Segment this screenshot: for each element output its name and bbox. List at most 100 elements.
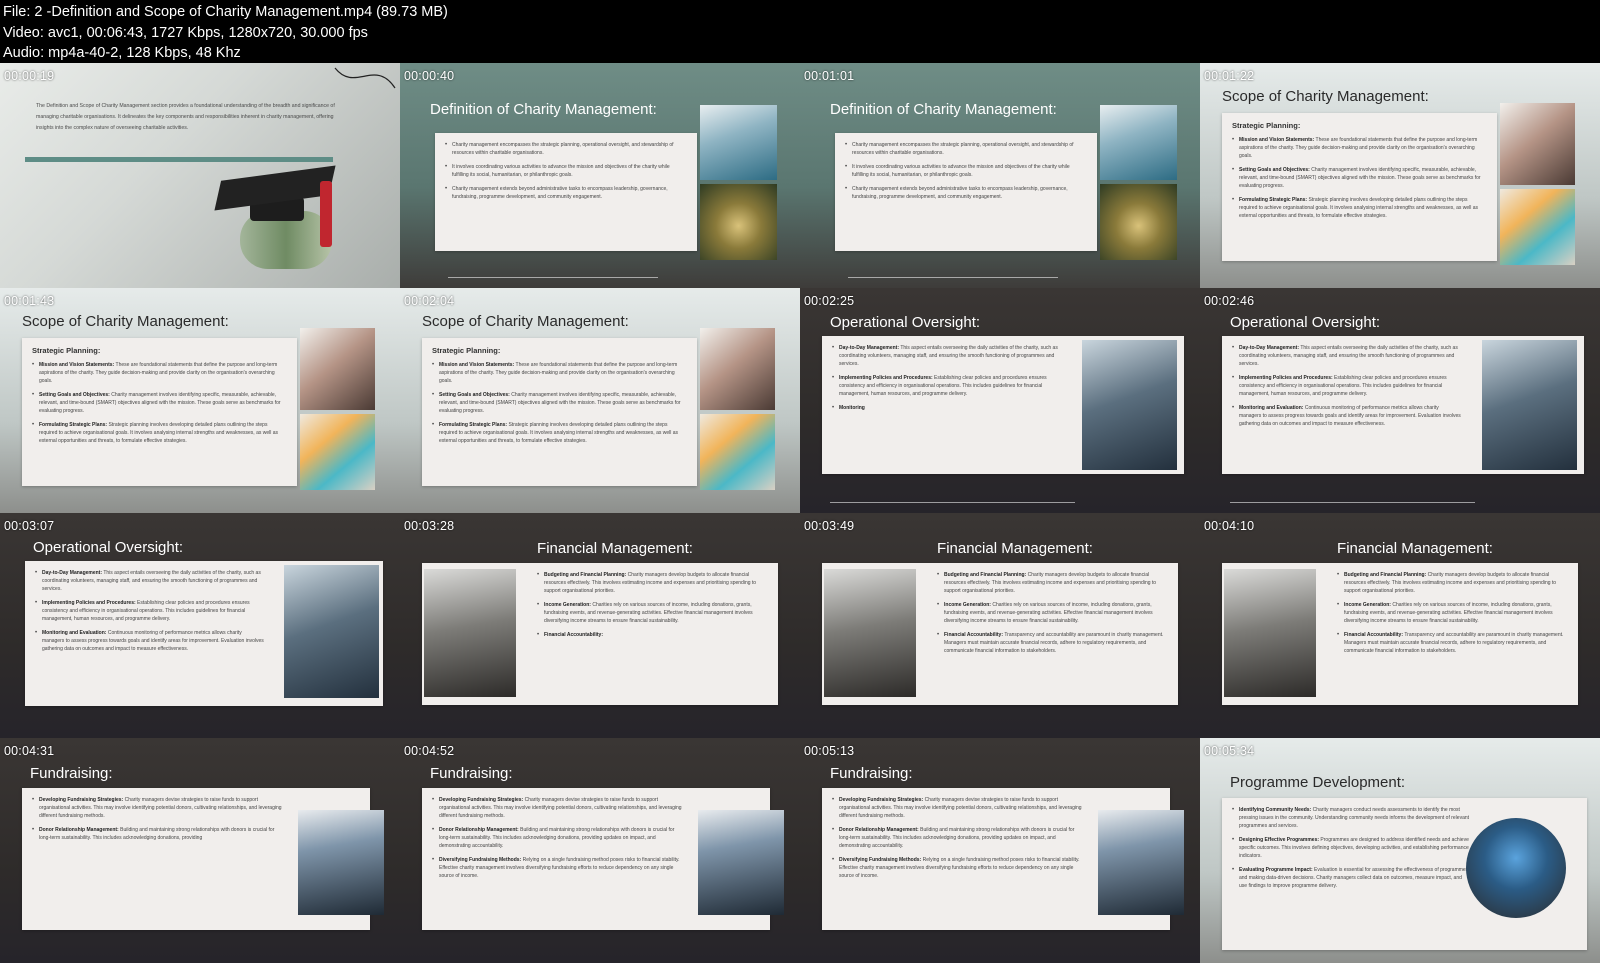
bullet: Charity management encompasses the strat… (445, 141, 687, 157)
teamwork-hands-photo (300, 328, 375, 410)
sticky-notes-photo (300, 414, 375, 490)
audience-photo (298, 810, 384, 915)
content-card: Charity management encompasses the strat… (435, 133, 697, 251)
thumbnail-tile[interactable]: 00:05:34 Programme Development: Identify… (1200, 738, 1600, 963)
meeting-photo (424, 569, 516, 697)
timestamp: 00:04:31 (4, 744, 55, 758)
slide-title: Scope of Charity Management: (422, 313, 629, 330)
timestamp: 00:01:22 (1204, 69, 1255, 83)
thumbnail-tile[interactable]: 00:02:46 Operational Oversight: Day-to-D… (1200, 288, 1600, 513)
woman-photo (1100, 105, 1177, 180)
section-heading: Strategic Planning: (432, 346, 501, 355)
file-info-header: File: 2 -Definition and Scope of Charity… (0, 0, 1600, 63)
thumbnail-tile[interactable]: 00:04:31 Fundraising: Developing Fundrai… (0, 738, 400, 963)
thumbnail-tile[interactable]: 00:03:28 Financial Management: Budgeting… (400, 513, 800, 738)
thumbnail-tile[interactable]: 00:01:01 Definition of Charity Managemen… (800, 63, 1200, 288)
bullet: Setting Goals and Objectives: Charity ma… (432, 391, 687, 415)
slide-title: Operational Oversight: (830, 314, 981, 331)
bullet: It involves coordinating various activit… (845, 163, 1087, 179)
bullet: Developing Fundraising Strategies: Chari… (432, 796, 682, 820)
audience-photo (698, 810, 784, 915)
slide-title: Fundraising: (430, 765, 513, 782)
slide-title: Scope of Charity Management: (22, 313, 229, 330)
coin-jar-photo (1100, 184, 1177, 260)
bullet: Mission and Vision Statements: These are… (1232, 136, 1487, 160)
slide-title: Operational Oversight: (33, 539, 184, 556)
slide-title: Financial Management: (937, 540, 1093, 557)
thumbnail-tile[interactable]: 00:00:19 The Definition and Scope of Cha… (0, 63, 400, 288)
bullet: Implementing Policies and Procedures: Es… (1232, 374, 1462, 398)
bullet: Formulating Strategic Plans: Strategic p… (32, 421, 287, 445)
bullet: Financial Accountability: (537, 631, 768, 639)
bullet: Monitoring (832, 404, 1062, 412)
bullet: Diversifying Fundraising Methods: Relyin… (832, 856, 1082, 880)
timestamp: 00:02:04 (404, 294, 455, 308)
timestamp: 00:03:07 (4, 519, 55, 533)
bullet: Identifying Community Needs: Charity man… (1232, 806, 1470, 830)
thumbnail-tile[interactable]: 00:01:43 Scope of Charity Management: St… (0, 288, 400, 513)
content-card: Strategic Planning: Mission and Vision S… (22, 338, 297, 486)
coin-jar-photo (700, 184, 777, 260)
section-heading: Strategic Planning: (32, 346, 101, 355)
bullet: Financial Accountability: Transparency a… (1337, 631, 1568, 655)
bullet: Day-to-Day Management: This aspect entai… (1232, 344, 1462, 368)
timestamp: 00:00:40 (404, 69, 455, 83)
slide-title: Definition of Charity Management: (830, 101, 1057, 118)
bullet: Setting Goals and Objectives: Charity ma… (1232, 166, 1487, 190)
thumbnail-tile[interactable]: 00:01:22 Scope of Charity Management: St… (1200, 63, 1600, 288)
sticky-notes-photo (700, 414, 775, 490)
meeting-photo (824, 569, 916, 697)
bullet: Mission and Vision Statements: These are… (432, 361, 687, 385)
bullet: Developing Fundraising Strategies: Chari… (832, 796, 1082, 820)
thumbnail-tile[interactable]: 00:04:10 Financial Management: Budgeting… (1200, 513, 1600, 738)
teamwork-hands-photo (1500, 103, 1575, 185)
bullet: Designing Effective Programmes: Programm… (1232, 836, 1470, 860)
meeting-photo (1224, 569, 1316, 697)
timestamp: 00:05:13 (804, 744, 855, 758)
bullet: It involves coordinating various activit… (445, 163, 687, 179)
bullet: Charity management extends beyond admini… (845, 185, 1087, 201)
business-team-photo (1482, 340, 1577, 470)
thumbnail-tile[interactable]: 00:04:52 Fundraising: Developing Fundrai… (400, 738, 800, 963)
bullet: Mission and Vision Statements: These are… (32, 361, 287, 385)
bullet: Monitoring and Evaluation: Continuous mo… (1232, 404, 1462, 428)
thumbnail-tile[interactable]: 00:03:49 Financial Management: Budgeting… (800, 513, 1200, 738)
bullet: Day-to-Day Management: This aspect entai… (35, 569, 265, 593)
content-card: Strategic Planning: Mission and Vision S… (422, 338, 697, 486)
bullet: Charity management encompasses the strat… (845, 141, 1087, 157)
bullet: Diversifying Fundraising Methods: Relyin… (432, 856, 682, 880)
timestamp: 00:04:10 (1204, 519, 1255, 533)
thumbnail-tile[interactable]: 00:00:40 Definition of Charity Managemen… (400, 63, 800, 288)
business-team-photo (284, 565, 379, 698)
slide-title: Operational Oversight: (1230, 314, 1381, 331)
video-line: Video: avc1, 00:06:43, 1727 Kbps, 1280x7… (3, 24, 368, 41)
footer-line (830, 502, 1075, 503)
bullet: Charity management extends beyond admini… (445, 185, 687, 201)
timestamp: 00:03:49 (804, 519, 855, 533)
bullet: Income Generation: Charities rely on var… (537, 601, 768, 625)
bullet: Financial Accountability: Transparency a… (937, 631, 1168, 655)
bullet: Formulating Strategic Plans: Strategic p… (1232, 196, 1487, 220)
bullet: Formulating Strategic Plans: Strategic p… (432, 421, 687, 445)
timestamp: 00:04:52 (404, 744, 455, 758)
slide-title: Fundraising: (30, 765, 113, 782)
section-heading: Strategic Planning: (1232, 121, 1301, 130)
timestamp: 00:01:43 (4, 294, 55, 308)
timestamp: 00:01:01 (804, 69, 855, 83)
bullet: Setting Goals and Objectives: Charity ma… (32, 391, 287, 415)
slide-title: Definition of Charity Management: (430, 101, 657, 118)
thumbnail-tile[interactable]: 00:02:25 Operational Oversight: Day-to-D… (800, 288, 1200, 513)
timestamp: 00:05:34 (1204, 744, 1255, 758)
thumbnail-tile[interactable]: 00:02:04 Scope of Charity Management: St… (400, 288, 800, 513)
bullet: Budgeting and Financial Planning: Charit… (537, 571, 768, 595)
thumbnail-tile[interactable]: 00:05:13 Fundraising: Developing Fundrai… (800, 738, 1200, 963)
bullet: Monitoring and Evaluation: Continuous mo… (35, 629, 265, 653)
intro-text: The Definition and Scope of Charity Mana… (36, 103, 335, 131)
bullet: Donor Relationship Management: Building … (432, 826, 682, 850)
thumbnail-tile[interactable]: 00:03:07 Operational Oversight: Day-to-D… (0, 513, 400, 738)
slide-title: Financial Management: (537, 540, 693, 557)
content-card: Strategic Planning: Mission and Vision S… (1222, 113, 1497, 261)
audio-line: Audio: mp4a-40-2, 128 Kbps, 48 Khz (3, 45, 241, 61)
content-card: Charity management encompasses the strat… (835, 133, 1097, 251)
audience-photo (1098, 810, 1184, 915)
